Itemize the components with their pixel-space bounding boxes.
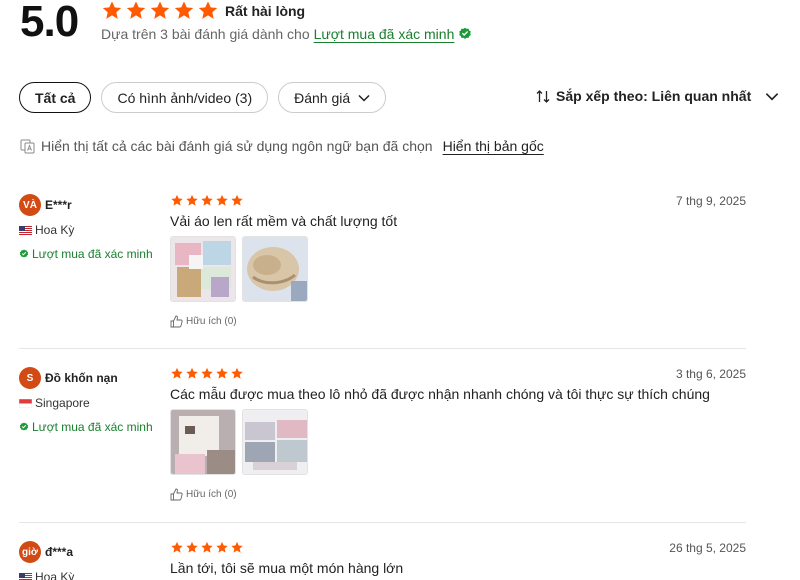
- helpful-button[interactable]: Hữu ích (0): [170, 315, 237, 328]
- country-label: Hoa Kỳ: [35, 223, 75, 237]
- star-icon: [200, 541, 214, 554]
- based-on-label: Dựa trên 3 bài đánh giá dành cho: [101, 26, 310, 42]
- star-icon: [200, 194, 214, 207]
- star-icon: [230, 194, 244, 207]
- beige-knit-image: [243, 237, 307, 301]
- based-on-text: Dựa trên 3 bài đánh giá dành cho Lượt mu…: [101, 26, 472, 42]
- verified-badge-icon: [19, 422, 29, 432]
- review-divider: [19, 522, 746, 523]
- show-original-link[interactable]: Hiển thị bản gốc: [443, 138, 544, 154]
- filter-rating-dropdown[interactable]: Đánh giá: [278, 82, 387, 113]
- review-photo[interactable]: [170, 409, 236, 475]
- reviewer-country: Hoa Kỳ: [19, 223, 74, 237]
- helpful-label: Hữu ích (0): [186, 316, 237, 327]
- filter-media-chip[interactable]: Có hình ảnh/video (3): [101, 82, 269, 113]
- star-icon: [185, 541, 199, 554]
- star-icon: [170, 367, 184, 380]
- translation-note-text: Hiển thị tất cả các bài đánh giá sử dụng…: [41, 138, 433, 154]
- review-photo[interactable]: [242, 236, 308, 302]
- review-text: Lần tới, tôi sẽ mua một món hàng lớn: [170, 560, 404, 576]
- star-icon: [230, 367, 244, 380]
- sort-label: Sắp xếp theo: Liên quan nhất: [556, 88, 752, 104]
- star-icon: [215, 194, 229, 207]
- star-icon: [200, 367, 214, 380]
- review-text: Vải áo len rất mềm và chất lượng tốt: [170, 213, 398, 229]
- review-date: 26 thg 5, 2025: [669, 541, 746, 555]
- star-icon: [185, 367, 199, 380]
- white-sweater-image: [171, 410, 235, 474]
- star-icon: [197, 0, 219, 21]
- review-stars: [170, 194, 244, 207]
- avatar: VÀ: [19, 194, 41, 216]
- review-divider: [19, 348, 746, 349]
- star-icon: [101, 0, 123, 21]
- review-photos: [170, 409, 308, 475]
- verified-badge-icon: [19, 249, 29, 259]
- reviewer-name: Đồ khốn nạn: [45, 371, 118, 385]
- star-icon: [149, 0, 171, 21]
- verified-badge-icon: [458, 27, 472, 41]
- rating-label: Rất hài lòng: [225, 3, 306, 19]
- filter-all-chip[interactable]: Tất cả: [19, 82, 92, 113]
- filter-label: Đánh giá: [294, 89, 351, 106]
- singapore-flag-icon: [19, 398, 32, 408]
- overall-score: 5.0: [20, 0, 79, 46]
- review-stars: [170, 541, 244, 554]
- review-date: 3 thg 6, 2025: [675, 367, 746, 381]
- sort-dropdown[interactable]: Sắp xếp theo: Liên quan nhất: [536, 88, 779, 104]
- reviewer-country: Hoa Kỳ: [19, 570, 74, 580]
- review-photo[interactable]: [242, 409, 308, 475]
- sort-icon: [536, 89, 550, 103]
- avatar: giờ: [19, 541, 41, 563]
- verified-purchase: Lượt mua đã xác minh: [19, 420, 153, 434]
- review-item: S Đồ khốn nạn Singapore Lượt mua đã xác …: [19, 367, 746, 507]
- review-filters: Tất cả Có hình ảnh/video (3) Đánh giá: [19, 82, 387, 113]
- translation-note: Hiển thị tất cả các bài đánh giá sử dụng…: [20, 138, 544, 154]
- verified-label: Lượt mua đã xác minh: [32, 420, 153, 434]
- filter-label: Có hình ảnh/video (3): [117, 89, 253, 106]
- sweater-colors-image: [171, 237, 235, 301]
- verified-purchase-link[interactable]: Lượt mua đã xác minh: [314, 26, 455, 42]
- folded-clothes-image: [243, 410, 307, 474]
- reviewer-country: Singapore: [19, 396, 90, 410]
- country-label: Hoa Kỳ: [35, 570, 75, 580]
- star-icon: [170, 541, 184, 554]
- review-item: VÀ E***r Hoa Kỳ Lượt mua đã xác minh 7 t…: [19, 194, 746, 334]
- reviewer-name: E***r: [45, 198, 72, 212]
- star-icon: [173, 0, 195, 21]
- helpful-button[interactable]: Hữu ích (0): [170, 488, 237, 501]
- verified-purchase: Lượt mua đã xác minh: [19, 247, 153, 261]
- review-stars: [170, 367, 244, 380]
- us-flag-icon: [19, 225, 32, 235]
- helpful-label: Hữu ích (0): [186, 489, 237, 500]
- star-icon: [185, 194, 199, 207]
- us-flag-icon: [19, 572, 32, 580]
- review-text: Các mẫu được mua theo lô nhỏ đã được nhậ…: [170, 386, 710, 402]
- verified-label: Lượt mua đã xác minh: [32, 247, 153, 261]
- star-icon: [170, 194, 184, 207]
- translate-icon: [20, 139, 35, 153]
- filter-label: Tất cả: [35, 89, 76, 106]
- thumbs-up-icon: [170, 315, 183, 328]
- review-date: 7 thg 9, 2025: [675, 194, 746, 208]
- review-photo[interactable]: [170, 236, 236, 302]
- star-icon: [125, 0, 147, 21]
- star-icon: [230, 541, 244, 554]
- chevron-down-icon: [358, 94, 370, 102]
- thumbs-up-icon: [170, 488, 183, 501]
- star-icon: [215, 367, 229, 380]
- star-icon: [215, 541, 229, 554]
- avatar: S: [19, 367, 41, 389]
- overall-stars: [101, 0, 219, 21]
- review-item: giờ đ***a Hoa Kỳ 26 thg 5, 2025 Lần tới,…: [19, 541, 746, 580]
- country-label: Singapore: [35, 396, 90, 410]
- reviewer-name: đ***a: [45, 545, 74, 559]
- review-photos: [170, 236, 308, 302]
- chevron-down-icon: [766, 92, 779, 101]
